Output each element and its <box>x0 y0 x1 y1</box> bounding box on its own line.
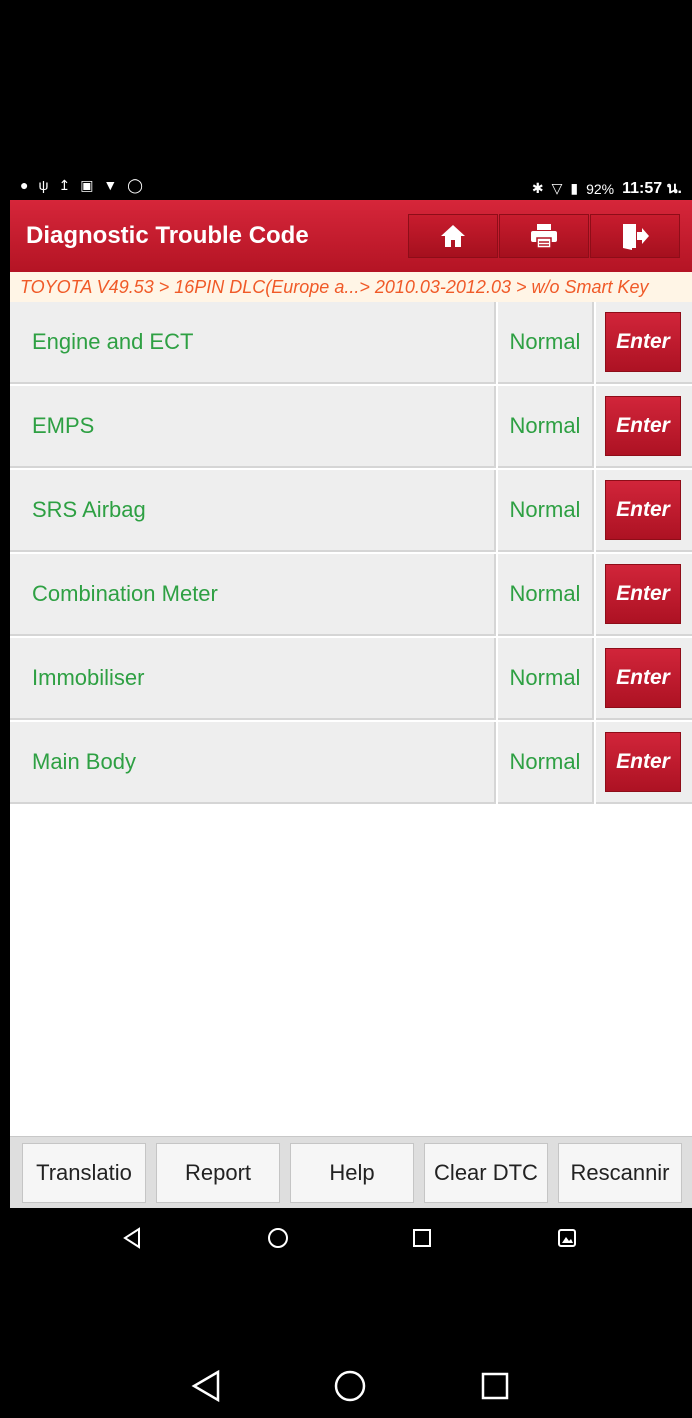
page-title: Diagnostic Trouble Code <box>26 222 309 249</box>
recents-icon <box>481 1372 509 1400</box>
list-item: Immobiliser Normal Enter <box>10 638 692 720</box>
system-list: Engine and ECT Normal Enter EMPS Normal … <box>10 302 692 1136</box>
breadcrumb: TOYOTA V49.53 > 16PIN DLC(Europe a...> 2… <box>10 272 692 302</box>
report-button[interactable]: Report <box>156 1143 280 1203</box>
screenshot-icon <box>558 1229 576 1247</box>
signal-icon: ▽ <box>551 180 563 196</box>
system-status: Normal <box>498 554 594 636</box>
home-nav-button[interactable] <box>264 1224 292 1252</box>
status-bar: ● ψ ↥ ▣ ▼ ◯ ✱ ▽ ▮ 92% 11:57 น. <box>10 172 692 200</box>
system-name: Main Body <box>10 722 496 804</box>
help-button[interactable]: Help <box>290 1143 414 1203</box>
list-item: SRS Airbag Normal Enter <box>10 470 692 552</box>
system-recents-button[interactable] <box>475 1366 515 1406</box>
system-status: Normal <box>498 722 594 804</box>
print-icon <box>531 224 557 249</box>
bottom-toolbar: Translatio Report Help Clear DTC Rescann… <box>10 1136 692 1208</box>
action-cell: Enter <box>596 638 692 720</box>
list-item: Combination Meter Normal Enter <box>10 554 692 636</box>
action-cell: Enter <box>596 554 692 636</box>
enter-button[interactable]: Enter <box>605 396 681 456</box>
enter-button[interactable]: Enter <box>605 312 681 372</box>
system-name: Engine and ECT <box>10 302 496 384</box>
list-item: EMPS Normal Enter <box>10 386 692 468</box>
bluetooth-circle-icon: ◯ <box>127 177 143 193</box>
status-icons-left: ● ψ ↥ ▣ ▼ ◯ <box>20 176 143 194</box>
action-cell: Enter <box>596 386 692 468</box>
system-status: Normal <box>498 302 594 384</box>
home-icon <box>441 225 465 247</box>
list-item: Engine and ECT Normal Enter <box>10 302 692 384</box>
home-button[interactable] <box>408 214 498 258</box>
translation-button[interactable]: Translatio <box>22 1143 146 1203</box>
screen: ● ψ ↥ ▣ ▼ ◯ ✱ ▽ ▮ 92% 11:57 น. Diagnosti… <box>10 0 692 1418</box>
app-header: Diagnostic Trouble Code <box>10 200 692 272</box>
list-item: Main Body Normal Enter <box>10 722 692 804</box>
battery-level: 92% <box>586 180 615 197</box>
back-icon <box>191 1369 220 1403</box>
home-circle-icon <box>268 1228 288 1248</box>
notification-icon: ● <box>20 177 29 193</box>
bluetooth-icon: ✱ <box>531 180 544 196</box>
system-name: Combination Meter <box>10 554 496 636</box>
exit-button[interactable] <box>590 214 680 258</box>
system-name: EMPS <box>10 386 496 468</box>
action-cell: Enter <box>596 302 692 384</box>
system-status: Normal <box>498 470 594 552</box>
enter-button[interactable]: Enter <box>605 480 681 540</box>
recents-nav-button[interactable] <box>408 1224 436 1252</box>
upload-icon: ↥ <box>58 177 71 193</box>
clock: 11:57 น. <box>622 180 682 197</box>
action-cell: Enter <box>596 722 692 804</box>
inner-nav-bar <box>10 1208 692 1266</box>
status-icons-right: ✱ ▽ ▮ 92% 11:57 น. <box>532 176 682 201</box>
system-back-button[interactable] <box>186 1366 226 1406</box>
rescanning-button[interactable]: Rescannir <box>558 1143 682 1203</box>
recents-icon <box>413 1229 431 1247</box>
system-name: SRS Airbag <box>10 470 496 552</box>
system-name: Immobiliser <box>10 638 496 720</box>
wifi-icon: ▼ <box>103 177 118 193</box>
back-nav-button[interactable] <box>118 1224 146 1252</box>
system-nav-bar <box>10 1346 692 1418</box>
back-icon <box>123 1227 140 1249</box>
print-button[interactable] <box>499 214 589 258</box>
screenshot-nav-button[interactable] <box>553 1224 581 1252</box>
enter-button[interactable]: Enter <box>605 564 681 624</box>
image-icon: ▣ <box>80 177 94 193</box>
enter-button[interactable]: Enter <box>605 648 681 708</box>
exit-icon <box>623 224 649 250</box>
system-home-button[interactable] <box>330 1366 370 1406</box>
clear-dtc-button[interactable]: Clear DTC <box>424 1143 548 1203</box>
home-circle-icon <box>334 1370 366 1402</box>
system-status: Normal <box>498 386 594 468</box>
system-status: Normal <box>498 638 594 720</box>
stethoscope-icon: ψ <box>38 177 49 193</box>
battery-icon: ▮ <box>570 180 579 196</box>
action-cell: Enter <box>596 470 692 552</box>
enter-button[interactable]: Enter <box>605 732 681 792</box>
